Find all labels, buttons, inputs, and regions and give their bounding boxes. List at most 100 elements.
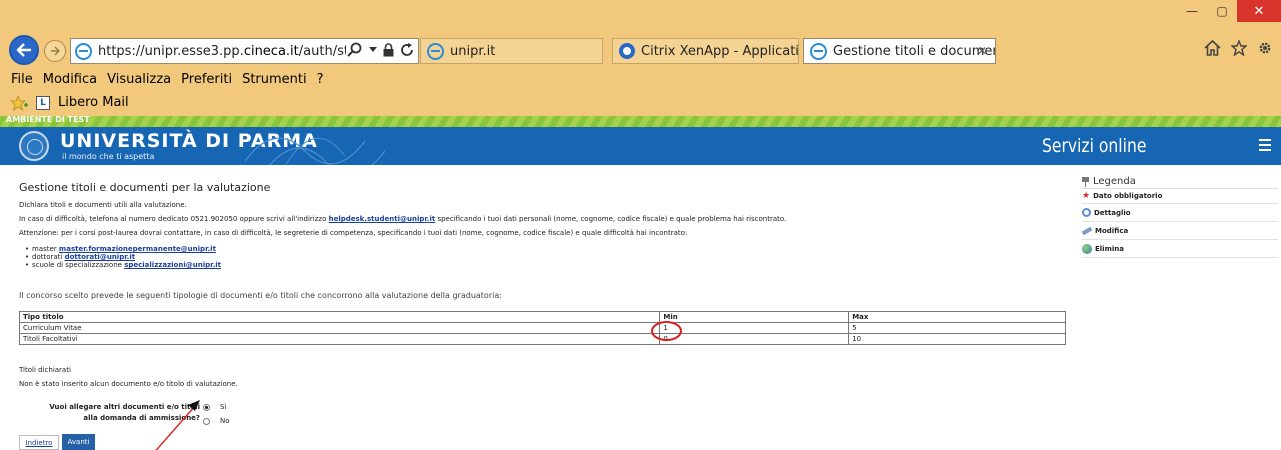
help-text-after: specificando i tuoi dati personali (nome…	[437, 215, 787, 223]
cell-tipo: Curriculum Vitae	[18, 322, 661, 334]
citrix-icon	[619, 43, 635, 59]
intro-text: Dichiara titoli e documenti utili alla v…	[19, 201, 187, 209]
master-email-link[interactable]: master.formazionepermanente@unipr.it	[59, 245, 216, 253]
services-title: Servizi online	[1042, 135, 1147, 157]
url-prefix: https://unipr.esse3.pp.	[98, 43, 244, 59]
university-motto: il mondo che ti aspetta	[62, 152, 155, 161]
university-seal-icon[interactable]	[19, 131, 49, 161]
header-tipo-titolo: Tipo titolo	[18, 311, 661, 323]
menu-strumenti[interactable]: Strumenti	[242, 72, 307, 87]
forward-button[interactable]	[44, 40, 66, 62]
tab-label: Citrix XenApp - Applications	[641, 43, 799, 59]
menu-modifica[interactable]: Modifica	[43, 72, 97, 87]
next-button[interactable]: Avanti	[62, 434, 95, 450]
magnifier-icon	[1082, 208, 1091, 217]
menu-bar: File Modifica Visualizza Preferiti Strum…	[0, 68, 1281, 90]
tab-unipr[interactable]: unipr.it	[420, 38, 603, 64]
legend-item-detail: Dettaglio	[1082, 204, 1278, 222]
refresh-icon[interactable]	[400, 43, 414, 57]
helpdesk-email-link[interactable]: helpdesk.studenti@unipr.it	[329, 215, 436, 223]
ie-icon	[810, 42, 827, 60]
legend-item-label: Dettaglio	[1094, 208, 1131, 217]
menu-help[interactable]: ?	[317, 72, 324, 87]
contact-label: master	[32, 245, 57, 253]
page-title: Gestione titoli e documenti per la valut…	[19, 181, 271, 194]
help-text: In caso di difficoltà, telefona al numer…	[19, 215, 786, 223]
lock-icon[interactable]	[383, 43, 394, 57]
cell-min: 1	[659, 322, 850, 334]
test-environment-banner: AMBIENTE DI TEST	[0, 115, 1281, 127]
address-url[interactable]: https://unipr.esse3.pp.cineca.it/auth/st…	[98, 44, 346, 59]
menu-preferiti[interactable]: Preferiti	[181, 72, 232, 87]
legend-item-label: Modifica	[1095, 226, 1129, 235]
legend-header: Legenda	[1082, 175, 1278, 189]
favorites-add-icon[interactable]	[10, 94, 28, 111]
arrow-right-icon	[51, 46, 60, 56]
gear-icon[interactable]	[1257, 40, 1273, 56]
legend-item-label: Elimina	[1095, 244, 1124, 253]
tab-gestione-titoli[interactable]: Gestione titoli e documenti ... ✕	[803, 38, 996, 64]
url-domain: cineca.it	[243, 43, 299, 59]
favorite-libero-mail[interactable]: Libero Mail	[58, 95, 129, 110]
help-text-before: In caso di difficoltà, telefona al numer…	[19, 215, 327, 223]
university-header: UNIVERSITÀ DI PARMA il mondo che ti aspe…	[0, 127, 1281, 165]
ie-icon	[427, 42, 444, 60]
tab-label: unipr.it	[450, 43, 496, 59]
pencil-icon	[1081, 226, 1093, 235]
legend-item-label: Dato obbligatorio	[1093, 192, 1163, 200]
radio-no[interactable]	[203, 418, 210, 425]
cell-max: 10	[848, 333, 1066, 345]
address-bar[interactable]: https://unipr.esse3.pp.cineca.it/auth/st…	[70, 38, 419, 64]
hamburger-menu-icon[interactable]	[1259, 139, 1271, 154]
specializzazioni-email-link[interactable]: specializzazioni@unipr.it	[124, 261, 221, 269]
cell-tipo: Titoli Facoltativi	[18, 333, 661, 345]
ie-icon	[75, 42, 92, 60]
legend-item-edit: Modifica	[1081, 222, 1278, 240]
postgrad-text: Attenzione: per i corsi post-laurea dovr…	[19, 229, 688, 237]
back-link-button[interactable]: Indietro	[19, 435, 59, 450]
maximize-button[interactable]: ▢	[1207, 0, 1237, 22]
legend-item-delete: Elimina	[1082, 240, 1278, 258]
tab-citrix[interactable]: Citrix XenApp - Applications	[612, 38, 799, 64]
header-min: Min	[659, 311, 850, 323]
window-controls: — ▢ ✕	[1177, 0, 1281, 22]
chevron-down-icon[interactable]	[369, 47, 377, 53]
browser-chrome: — ▢ ✕ https://unipr.esse3.pp.cineca.it/a…	[0, 0, 1281, 116]
annotation-circle	[651, 321, 682, 341]
search-icon[interactable]	[347, 42, 363, 58]
cell-max: 5	[848, 322, 1066, 334]
contact-item: dottorati dottorati@unipr.it	[25, 253, 135, 261]
favorites-bar: L Libero Mail	[0, 90, 1281, 115]
radio-no-label[interactable]: No	[220, 417, 230, 425]
menu-visualizza[interactable]: Visualizza	[107, 72, 171, 87]
star-icon: ★	[1082, 191, 1091, 201]
cell-min: 0	[659, 333, 850, 345]
table-header-row: Tipo titolo Min Max	[18, 311, 1066, 323]
pin-icon	[1082, 176, 1089, 187]
contact-label: dottorati	[32, 253, 63, 261]
menu-file[interactable]: File	[11, 72, 33, 87]
back-button[interactable]	[9, 35, 39, 65]
radio-yes-label[interactable]: Sì	[220, 403, 226, 411]
tab-close-icon[interactable]: ✕	[977, 44, 987, 58]
home-icon[interactable]	[1204, 40, 1221, 56]
globe-icon	[1082, 243, 1092, 254]
dottorati-email-link[interactable]: dottorati@unipr.it	[65, 253, 135, 261]
tab-label: Gestione titoli e documenti ...	[833, 43, 995, 59]
arrow-left-icon	[16, 43, 31, 57]
address-tools	[347, 42, 414, 58]
test-banner-label: AMBIENTE DI TEST	[6, 115, 90, 124]
declared-titles-heading: Titoli dichiarati	[19, 366, 71, 374]
page: — ▢ ✕ https://unipr.esse3.pp.cineca.it/a…	[0, 0, 1281, 450]
legend-panel: Legenda ★ Dato obbligatorio Dettaglio Mo…	[1081, 175, 1278, 258]
radio-yes[interactable]	[203, 404, 210, 411]
navigation-bar: https://unipr.esse3.pp.cineca.it/auth/st…	[0, 34, 1281, 68]
close-button[interactable]: ✕	[1237, 0, 1281, 22]
legend-item-required: ★ Dato obbligatorio	[1082, 189, 1278, 204]
contact-item: scuole di specializzazione specializzazi…	[25, 261, 221, 269]
header-max: Max	[848, 311, 1066, 323]
contact-item: master master.formazionepermanente@unipr…	[25, 245, 216, 253]
star-icon[interactable]	[1231, 40, 1247, 56]
table-row: Titoli Facoltativi 0 10	[18, 333, 1066, 345]
minimize-button[interactable]: —	[1177, 0, 1207, 22]
